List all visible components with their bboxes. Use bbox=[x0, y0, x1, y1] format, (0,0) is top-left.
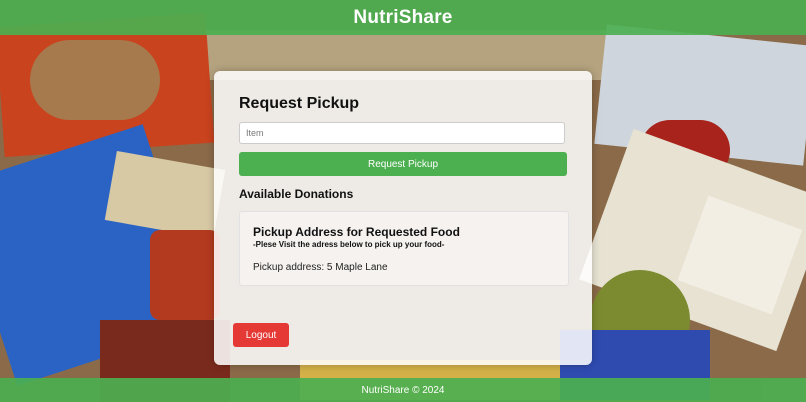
logout-button[interactable]: Logout bbox=[233, 323, 289, 347]
donation-card: Pickup Address for Requested Food -Plese… bbox=[239, 211, 569, 286]
brand-title: NutriShare bbox=[353, 6, 453, 28]
top-navbar: NutriShare bbox=[0, 0, 806, 35]
page-title: Request Pickup bbox=[239, 95, 360, 112]
request-pickup-card: Request Pickup Request Pickup Available … bbox=[214, 71, 592, 365]
available-donations-heading: Available Donations bbox=[239, 187, 354, 201]
footer-text: NutriShare © 2024 bbox=[361, 384, 445, 396]
request-pickup-button[interactable]: Request Pickup bbox=[239, 152, 567, 176]
pickup-address: Pickup address: 5 Maple Lane bbox=[253, 262, 388, 273]
donation-heading: Pickup Address for Requested Food bbox=[253, 225, 460, 239]
item-input[interactable] bbox=[239, 122, 565, 144]
donation-instructions: -Plese Visit the adress below to pick up… bbox=[253, 240, 445, 249]
footer: NutriShare © 2024 bbox=[0, 378, 806, 402]
